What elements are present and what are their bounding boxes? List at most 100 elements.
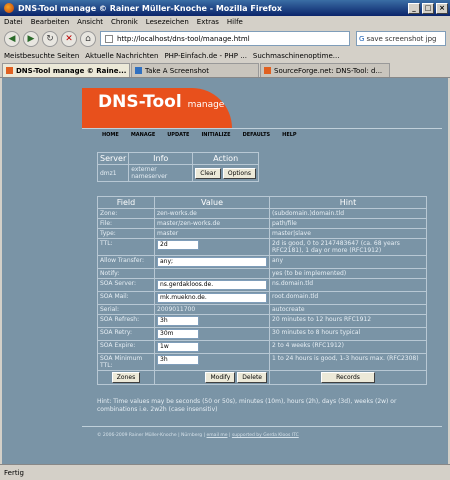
value-cell: 2d [154, 238, 270, 256]
back-icon[interactable]: ◀ [4, 31, 20, 47]
nav-home[interactable]: HOME [102, 132, 119, 138]
bookmark-nachrichten[interactable]: Aktuelle Nachrichten [85, 52, 158, 60]
divider [82, 426, 442, 427]
table-row: SOA Server: ns.gerdakloos.de. ns.domain.tl… [97, 278, 427, 292]
table-row: SOA Refresh: 3h 20 minutes to 12 hours RFC… [97, 314, 427, 328]
menu-extras[interactable]: Extras [197, 18, 219, 26]
bookmark-suchmaschinen[interactable]: Suchmaschinenoptime... [253, 52, 340, 60]
value-input[interactable]: 1w [157, 342, 199, 352]
menu-hilfe[interactable]: Hilfe [227, 18, 243, 26]
field-label: File: [97, 218, 155, 229]
delete-button[interactable]: Delete [237, 372, 267, 383]
google-icon: G [359, 34, 365, 43]
tab-label: Take A Screenshot [145, 66, 209, 75]
options-button[interactable]: Options [222, 167, 256, 179]
clear-button[interactable]: Clear [195, 167, 221, 179]
value-input[interactable]: mk.muekno.de. [157, 293, 267, 303]
value-input[interactable]: any; [157, 257, 267, 267]
hint-cell: master|slave [269, 228, 427, 239]
records-button[interactable]: Records [321, 372, 375, 383]
tab-dns-tool[interactable]: DNS-Tool manage © Raine... × [2, 63, 130, 77]
field-label: SOA Expire: [97, 340, 155, 354]
nav-manage[interactable]: MANAGE [131, 132, 155, 138]
footer-support-link[interactable]: supported by Gerda Kloos ITC [232, 433, 299, 438]
window-title: DNS-Tool manage © Rainer Müller-Knoche -… [18, 3, 283, 13]
hint-cell: path/file [269, 218, 427, 229]
table-row: Serial: 2009011700 autocreate [97, 304, 427, 315]
menu-chronik[interactable]: Chronik [111, 18, 138, 26]
bookmark-meistbesuchte[interactable]: Meistbesuchte Seiten [4, 52, 79, 60]
table-row: SOA Retry: 30m 30 minutes to 8 hours typic… [97, 327, 427, 341]
menu-bearbeiten[interactable]: Bearbeiten [31, 18, 69, 26]
close-window-button[interactable]: × [436, 2, 448, 14]
header-server: Server [96, 152, 130, 165]
table-buttons-row: Zones Modify Delete Records [97, 370, 427, 385]
hint-cell: any [269, 255, 427, 269]
banner-subtitle: manage [187, 100, 225, 110]
tab-sourceforge[interactable]: SourceForge.net: DNS-Tool: d... [260, 63, 390, 77]
hint-cell: yes (to be implemented) [269, 268, 427, 279]
address-bar[interactable]: http://localhost/dns-tool/manage.html [100, 31, 350, 46]
footer-email-link[interactable]: email me [207, 433, 228, 438]
menu-ansicht[interactable]: Ansicht [77, 18, 103, 26]
value-input[interactable]: ns.gerdakloos.de. [157, 280, 267, 290]
banner-title: DNS-Tool [98, 92, 182, 112]
table-row: dmz1 externer nameserver Clear Options [96, 164, 259, 182]
stop-icon[interactable]: ✕ [61, 31, 77, 47]
value-cell: 3h [154, 314, 270, 328]
tab-label: SourceForge.net: DNS-Tool: d... [274, 66, 383, 75]
firefox-icon [4, 3, 14, 13]
close-tab-icon[interactable]: × [129, 67, 130, 74]
header-field: Field [97, 196, 155, 209]
value-input[interactable]: 30m [157, 329, 199, 339]
forward-icon[interactable]: ▶ [23, 31, 39, 47]
field-label: SOA Minimum TTL: [97, 353, 155, 371]
navigation-toolbar: ◀ ▶ ↻ ✕ ⌂ http://localhost/dns-tool/mana… [0, 28, 450, 50]
minimize-button[interactable]: _ [408, 2, 420, 14]
divider [82, 128, 442, 129]
value-text: zen-works.de [154, 208, 270, 219]
maximize-button[interactable]: □ [422, 2, 434, 14]
field-label: SOA Server: [97, 278, 155, 292]
value-input[interactable]: 2d [157, 240, 199, 250]
footer-copyright: © 2006-2009 Rainer Müller-Knoche | Nürnb… [97, 433, 206, 438]
hint-cell: 2 to 4 weeks (RFC1912) [269, 340, 427, 354]
value-input[interactable]: 3h [157, 355, 199, 365]
banner-logo: DNS-Tool manage [98, 92, 224, 112]
header-action: Action [192, 152, 259, 165]
status-text: Fertig [4, 468, 24, 477]
page-content: DNS-Tool manage HOME MANAGE UPDATE INITI… [2, 78, 448, 464]
field-label: SOA Refresh: [97, 314, 155, 328]
value-input[interactable]: 3h [157, 316, 199, 326]
table-row: Allow Transfer: any; any [97, 255, 427, 269]
modify-button[interactable]: Modify [205, 372, 236, 383]
menu-datei[interactable]: Datei [4, 18, 23, 26]
search-input[interactable]: G save screenshot jpg [356, 31, 446, 46]
footer-separator: | [228, 433, 231, 438]
tab-label: DNS-Tool manage © Raine... [16, 66, 127, 75]
field-label: Allow Transfer: [97, 255, 155, 269]
nav-defaults[interactable]: DEFAULTS [243, 132, 271, 138]
tab-take-screenshot[interactable]: Take A Screenshot [131, 63, 259, 77]
hint-cell: root.domain.tld [269, 291, 427, 305]
home-icon[interactable]: ⌂ [80, 31, 96, 47]
bookmarks-toolbar: Meistbesuchte Seiten Aktuelle Nachrichte… [0, 50, 450, 62]
nav-help[interactable]: HELP [282, 132, 296, 138]
menu-lesezeichen[interactable]: Lesezeichen [146, 18, 189, 26]
nav-initialize[interactable]: INITIALIZE [201, 132, 230, 138]
value-cell: any; [154, 255, 270, 269]
header-info: Info [128, 152, 194, 165]
bookmark-php-einfach[interactable]: PHP-Einfach.de - PHP ... [164, 52, 246, 60]
value-cell: 1w [154, 340, 270, 354]
table-row: SOA Minimum TTL: 3h 1 to 24 hours is good,… [97, 353, 427, 371]
table-row: File: master/zen-works.de path/file [97, 218, 427, 229]
zones-button[interactable]: Zones [111, 372, 141, 383]
value-text [154, 268, 270, 279]
status-bar: Fertig [0, 464, 450, 480]
nav-update[interactable]: UPDATE [167, 132, 189, 138]
field-label: Type: [97, 228, 155, 239]
hint-cell: 1 to 24 hours is good, 1-3 hours max. (R… [269, 353, 427, 371]
table-row: Type: master master|slave [97, 228, 427, 239]
action-cell: Clear Options [192, 164, 259, 182]
reload-icon[interactable]: ↻ [42, 31, 58, 47]
